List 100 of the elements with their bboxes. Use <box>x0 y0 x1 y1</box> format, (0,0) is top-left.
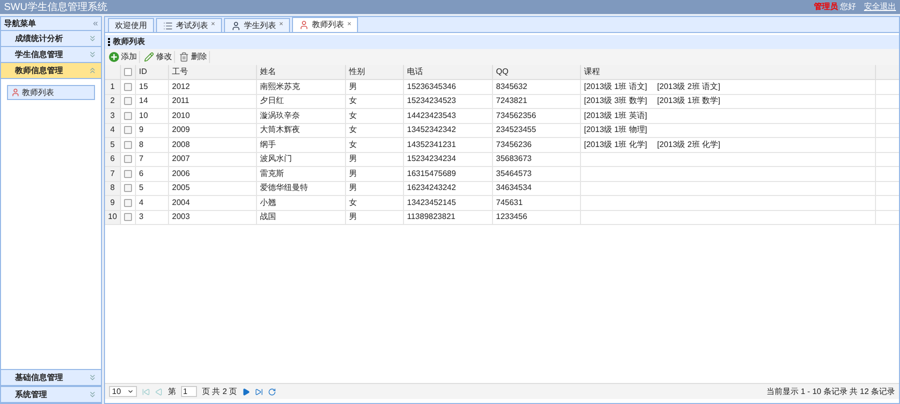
table-cell: 35683673 <box>493 152 581 166</box>
table-cell: 3 <box>136 210 169 224</box>
select-all-checkbox[interactable] <box>124 68 132 76</box>
table-cell: 2012 <box>169 80 257 94</box>
table-cell: 漩涡玖辛奈 <box>257 109 346 122</box>
page-input[interactable]: 1 <box>181 386 197 397</box>
table-cell: 2005 <box>169 182 257 195</box>
toolbar-button[interactable]: 删除 <box>177 51 210 63</box>
person-icon <box>231 20 242 30</box>
course-tag: [2013级 2班 化学] <box>657 138 720 151</box>
table-cell: 234523455 <box>493 124 581 137</box>
row-checkbox[interactable] <box>124 198 132 207</box>
toolbar-button[interactable]: 修改 <box>142 51 175 63</box>
table-cell: 16315475689 <box>404 167 493 180</box>
page-label: 第 <box>168 386 176 398</box>
table-cell: 爱德华纽曼特 <box>257 182 346 195</box>
app-title: SWU学生信息管理系统 <box>4 0 108 14</box>
row-number: 2 <box>105 94 121 108</box>
expand-icon <box>88 34 97 43</box>
table-cell: 2003 <box>169 210 257 224</box>
row-checkbox[interactable] <box>124 155 132 164</box>
table-cell: 2010 <box>169 109 257 122</box>
table-cell: 8345632 <box>493 80 581 94</box>
nav-section-header[interactable]: 学生信息管理 <box>1 47 101 63</box>
table-cell: 女 <box>346 94 404 108</box>
row-checkbox[interactable] <box>124 97 132 106</box>
nav-section-header[interactable]: 基础信息管理 <box>1 370 101 386</box>
table-cell: 女 <box>346 138 404 152</box>
course-tag: [2013级 1班 语文] <box>584 80 648 93</box>
row-number: 5 <box>105 138 121 152</box>
row-checkbox[interactable] <box>124 82 132 91</box>
column-header[interactable]: 课程 <box>581 65 876 79</box>
table-cell: 男 <box>346 210 404 224</box>
menu-item[interactable]: 教师列表 <box>7 85 95 100</box>
table-cell: 14 <box>136 94 169 108</box>
course-tag: [2013级 1班 物理] <box>584 124 648 136</box>
greeting-text: 您好 <box>840 1 856 13</box>
row-number: 6 <box>105 152 121 166</box>
next-page-icon[interactable] <box>242 388 250 396</box>
table-cell: 2011 <box>169 94 257 108</box>
trash-icon <box>179 52 189 62</box>
table-cell: 6 <box>136 167 169 180</box>
row-checkbox[interactable] <box>124 126 132 134</box>
panel-title: 教师列表 <box>113 36 145 48</box>
table-cell: 10 <box>136 109 169 122</box>
page-size-select[interactable]: 10 <box>109 386 137 397</box>
table-cell: 73456236 <box>493 138 581 152</box>
table-cell: 4 <box>136 196 169 210</box>
first-page-icon[interactable] <box>142 388 150 396</box>
sidebar-title: 导航菜单 <box>4 18 36 30</box>
tab[interactable]: 欢迎使用 <box>108 18 154 32</box>
row-checkbox[interactable] <box>124 184 132 192</box>
column-header[interactable]: QQ <box>493 65 581 79</box>
column-header[interactable]: 性别 <box>346 65 404 79</box>
column-header[interactable]: ID <box>136 65 169 79</box>
plus-icon <box>109 52 119 62</box>
column-header[interactable]: 工号 <box>169 65 257 79</box>
table-cell: 2009 <box>169 124 257 137</box>
previous-page-icon[interactable] <box>155 388 163 396</box>
column-header[interactable]: 电话 <box>404 65 493 79</box>
user-role: 管理员 <box>814 1 838 13</box>
table-cell: 2008 <box>169 138 257 152</box>
row-number: 3 <box>105 109 121 122</box>
table-cell: 35464573 <box>493 167 581 180</box>
page-total: 页 共 2 页 <box>202 386 238 398</box>
table-cell: 5 <box>136 182 169 195</box>
column-header[interactable]: 姓名 <box>257 65 346 79</box>
collapse-icon <box>88 66 97 75</box>
table-cell: 7243821 <box>493 94 581 108</box>
row-checkbox[interactable] <box>124 112 132 120</box>
table-cell: 雷克斯 <box>257 167 346 180</box>
toolbar-button[interactable]: 添加 <box>107 51 140 63</box>
last-page-icon[interactable] <box>255 388 264 396</box>
person-icon <box>11 88 20 97</box>
table-cell: 7 <box>136 152 169 166</box>
table-cell: 女 <box>346 124 404 137</box>
table-cell: 男 <box>346 182 404 195</box>
table-cell: 1233456 <box>493 210 581 224</box>
dropdown-caret-icon <box>127 388 134 395</box>
expand-icon <box>88 390 97 399</box>
row-checkbox[interactable] <box>124 213 132 222</box>
nav-section-header[interactable]: 成绩统计分析 <box>1 31 101 47</box>
nav-section-header[interactable]: 教师信息管理 <box>1 63 101 79</box>
table-cell: 15236345346 <box>404 80 493 94</box>
row-number: 10 <box>105 210 121 224</box>
row-checkbox[interactable] <box>124 170 132 178</box>
table-cell: 夕日红 <box>257 94 346 108</box>
table-cell: 745631 <box>493 196 581 210</box>
refresh-icon[interactable] <box>268 388 276 396</box>
table-cell: 波风水门 <box>257 152 346 166</box>
nav-section-header[interactable]: 系统管理 <box>1 387 101 403</box>
table-cell: 战国 <box>257 210 346 224</box>
table-cell: 2004 <box>169 196 257 210</box>
row-number: 8 <box>105 182 121 195</box>
list-icon <box>163 20 173 30</box>
course-tag: [2013级 1班 化学] <box>584 138 648 151</box>
row-checkbox[interactable] <box>124 140 132 149</box>
table-cell: 15234234234 <box>404 152 493 166</box>
table-cell: 2007 <box>169 152 257 166</box>
table-cell: 34634534 <box>493 182 581 195</box>
